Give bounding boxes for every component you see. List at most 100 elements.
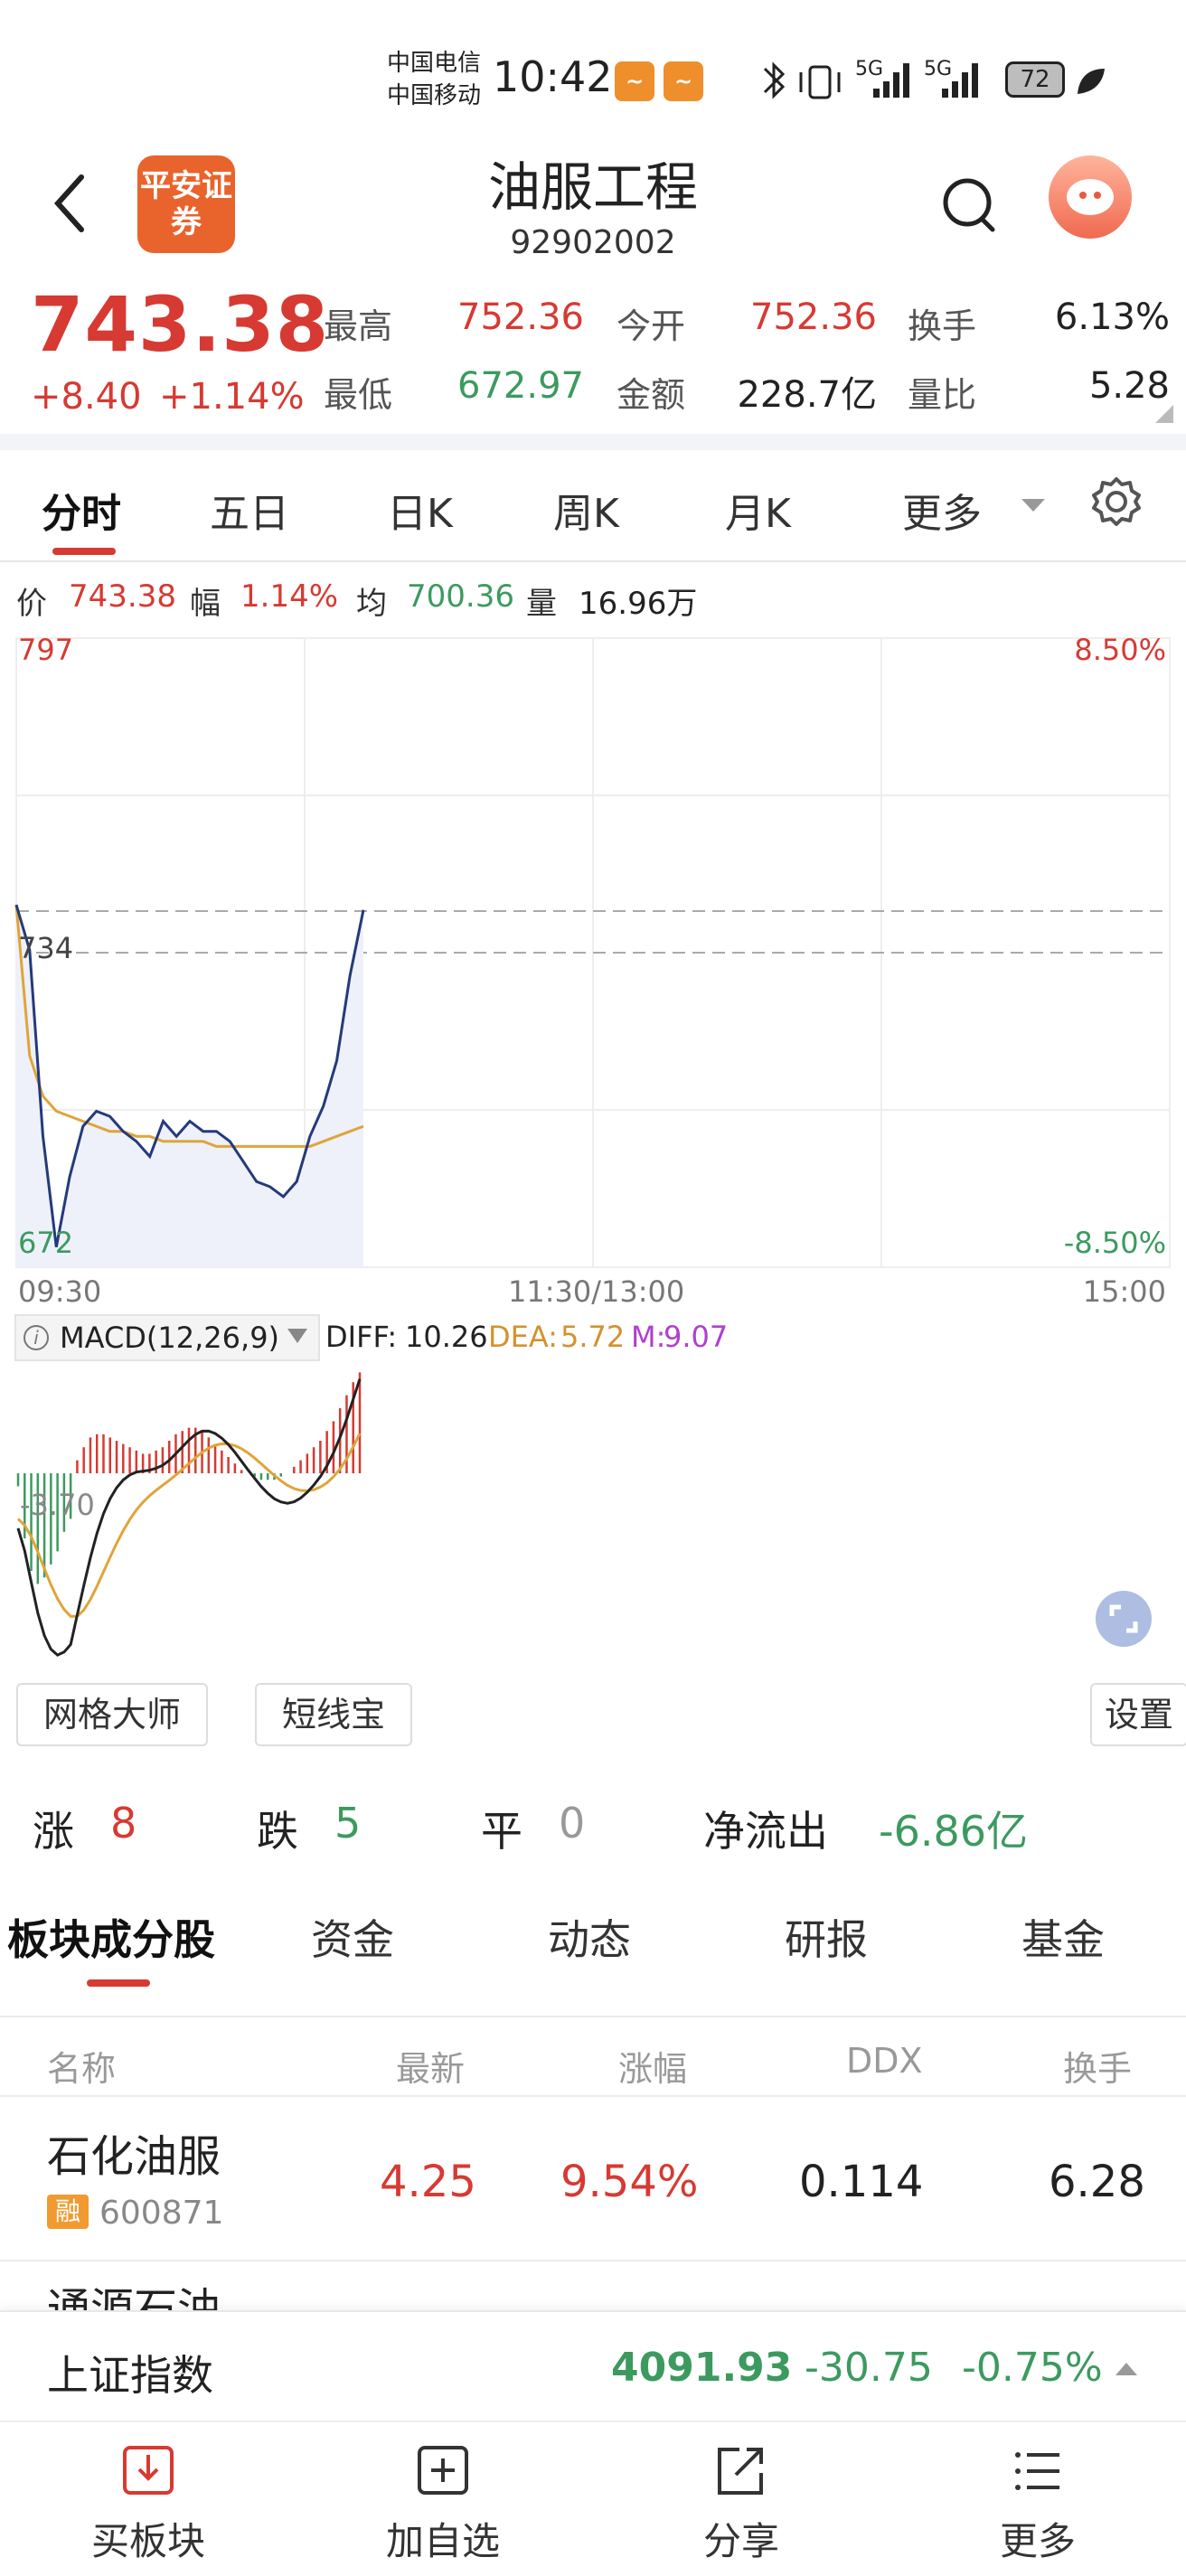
- nav-add-watchlist[interactable]: 加自选: [353, 2422, 533, 2576]
- macd-axis-value: -3.70: [20, 1488, 95, 1522]
- net-flow-label: 净流出: [703, 1807, 828, 1856]
- stock-change: 9.54%: [560, 2157, 699, 2207]
- app-notification-icon: ~: [664, 61, 703, 101]
- diff-value: 10.26: [405, 1320, 488, 1354]
- stock-price: 4.25: [380, 2157, 476, 2207]
- index-change-pct: -0.75%: [962, 2345, 1103, 2391]
- app-notification-icon: ~: [615, 61, 654, 101]
- nav-label: 买板块: [90, 2519, 205, 2563]
- x-axis-mid: 11:30/13:00: [508, 1274, 685, 1309]
- tab-daily-k[interactable]: 日K: [387, 481, 453, 539]
- up-label: 涨: [33, 1807, 74, 1856]
- assistant-avatar[interactable]: [1049, 155, 1132, 239]
- gear-icon[interactable]: [1090, 475, 1143, 528]
- y-axis-bottom: 672: [18, 1226, 74, 1260]
- stock-code: 600871: [99, 2195, 224, 2232]
- chevron-down-icon[interactable]: [1020, 497, 1047, 515]
- macd-chart: [16, 1372, 362, 1657]
- m-label: M:: [631, 1320, 666, 1354]
- stock-name: 石化油服: [47, 2131, 221, 2182]
- tab-more[interactable]: 更多: [902, 481, 982, 539]
- dea-value: 5.72: [560, 1320, 626, 1354]
- dropdown-icon[interactable]: [286, 1327, 309, 1347]
- open-label: 今开: [617, 306, 686, 346]
- tab-fund[interactable]: 基金: [1021, 1907, 1105, 1967]
- high-value: 752.36: [457, 296, 584, 338]
- index-name: 上证指数: [47, 2351, 213, 2400]
- intraday-chart-svg: [14, 637, 1171, 1268]
- tab-intraday[interactable]: 分时: [42, 481, 121, 539]
- down-count: 5: [334, 1799, 362, 1847]
- status-time: 10:42: [493, 52, 613, 101]
- macd-header: MACD(12,26,9) i DIFF: 10.26 DEA: 5.72 M:…: [14, 1314, 1168, 1361]
- grid-master-button[interactable]: 网格大师: [16, 1683, 208, 1746]
- info-vol-label: 量: [526, 586, 557, 622]
- index-ticker[interactable]: 上证指数 4091.93 -30.75 -0.75%: [0, 2310, 1186, 2421]
- chart-period-tabs: 分时 五日 日K 周K 月K 更多: [0, 450, 1186, 562]
- tab-funds-flow[interactable]: 资金: [311, 1907, 394, 1967]
- sector-code: 92902002: [510, 224, 676, 261]
- battery-indicator: 72: [1005, 61, 1065, 98]
- leaf-icon: [1078, 69, 1105, 94]
- chevron-up-icon[interactable]: [1114, 2359, 1139, 2377]
- macd-name: MACD(12,26,9): [60, 1321, 280, 1355]
- tab-weekly-k[interactable]: 周K: [553, 481, 619, 539]
- macd-selector[interactable]: MACD(12,26,9): [14, 1314, 320, 1361]
- nav-share[interactable]: 分享: [651, 2422, 832, 2576]
- menu-icon: [1015, 2452, 1059, 2490]
- add-icon: [418, 2446, 468, 2495]
- stock-turnover: 6.28: [1049, 2157, 1145, 2207]
- m-value: 9.07: [664, 1320, 729, 1354]
- tab-monthly-k[interactable]: 月K: [725, 481, 791, 539]
- col-turnover[interactable]: 换手: [1063, 2041, 1132, 2091]
- nav-label: 加自选: [385, 2519, 500, 2563]
- net-flow-value: -6.86亿: [879, 1807, 1029, 1856]
- nav-buy-sector[interactable]: 买板块: [58, 2422, 239, 2576]
- search-icon[interactable]: [940, 175, 1000, 235]
- tab-constituents[interactable]: 板块成分股: [7, 1907, 215, 1967]
- flat-label: 平: [481, 1807, 522, 1856]
- high-label: 最高: [324, 306, 393, 346]
- col-latest[interactable]: 最新: [396, 2041, 465, 2091]
- col-change[interactable]: 涨幅: [618, 2041, 687, 2091]
- short-term-button[interactable]: 短线宝: [255, 1683, 412, 1746]
- settings-button[interactable]: 设置: [1090, 1683, 1186, 1746]
- nav-more[interactable]: 更多: [947, 2422, 1128, 2576]
- info-avg-label: 均: [356, 586, 387, 622]
- section-divider: [0, 434, 1186, 450]
- info-avg: 700.36: [407, 578, 514, 615]
- pct-axis-top: 8.50%: [1074, 633, 1166, 667]
- bottom-navigation: 买板块 加自选 分享 更多: [0, 2421, 1186, 2574]
- tab-research[interactable]: 研报: [785, 1907, 868, 1967]
- turnover-label: 换手: [908, 306, 977, 346]
- turnover-value: 6.13%: [1054, 296, 1170, 338]
- tab-five-day[interactable]: 五日: [210, 481, 289, 539]
- info-range: 1.14%: [240, 578, 339, 615]
- col-name[interactable]: 名称: [47, 2041, 116, 2091]
- app-header: 平安证券 油服工程 92902002: [0, 145, 1186, 280]
- price-change-pct: +1.14%: [159, 376, 305, 418]
- info-range-label: 幅: [190, 586, 221, 622]
- fullscreen-icon[interactable]: [1094, 1589, 1153, 1649]
- current-price: 743.38: [31, 280, 330, 369]
- amount-label: 金额: [617, 375, 686, 415]
- info-price-label: 价: [16, 586, 47, 622]
- quote-panel: 743.38 +8.40 +1.14% 最高 752.36 今开 752.36 …: [0, 280, 1186, 434]
- col-ddx[interactable]: DDX: [846, 2041, 923, 2081]
- info-icon[interactable]: i: [22, 1323, 51, 1352]
- margin-badge: 融: [47, 2195, 89, 2229]
- price-change: +8.40: [31, 376, 142, 418]
- intraday-chart[interactable]: 797 734 672 8.50% -8.50% 09:30 11:30/13:…: [0, 633, 1186, 1320]
- low-label: 最低: [324, 375, 393, 415]
- info-price: 743.38: [69, 578, 176, 615]
- low-value: 672.97: [457, 365, 584, 407]
- down-label: 跌: [257, 1807, 298, 1856]
- page-title: 油服工程: [487, 156, 698, 218]
- tab-news[interactable]: 动态: [548, 1907, 631, 1967]
- row-divider: [0, 2260, 1186, 2261]
- expand-corner-icon[interactable]: [1153, 403, 1175, 425]
- active-tab-indicator: [52, 548, 116, 555]
- volume-ratio-value: 5.28: [1088, 365, 1170, 407]
- open-value: 752.36: [750, 296, 877, 338]
- flat-count: 0: [559, 1799, 586, 1847]
